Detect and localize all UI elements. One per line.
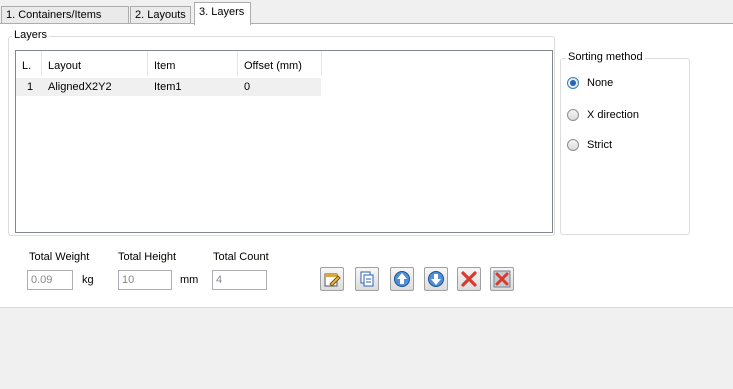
move-up-icon bbox=[394, 271, 410, 287]
delete-icon bbox=[461, 271, 477, 287]
total-weight-label: Total Weight bbox=[29, 251, 90, 263]
table-row[interactable]: 1 AlignedX2Y2 Item1 0 bbox=[16, 78, 321, 96]
move-up-button[interactable] bbox=[390, 267, 414, 291]
copy-layer-icon bbox=[360, 271, 374, 287]
edit-layer-button[interactable] bbox=[320, 267, 344, 291]
row-layout-cell: AlignedX2Y2 bbox=[48, 81, 112, 93]
tab-strip: 1. Containers/Items 2. Layouts 3. Layers bbox=[0, 0, 733, 25]
delete-all-icon bbox=[493, 270, 511, 288]
tab-containers-items[interactable]: 1. Containers/Items bbox=[1, 6, 129, 24]
height-unit-label: mm bbox=[180, 274, 199, 286]
sorting-method-title: Sorting method bbox=[566, 51, 645, 63]
delete-all-button[interactable] bbox=[490, 267, 514, 291]
move-down-icon bbox=[428, 271, 444, 287]
column-header-layout[interactable]: Layout bbox=[42, 51, 148, 76]
row-item-cell: Item1 bbox=[154, 81, 182, 93]
total-count-field[interactable]: 4 bbox=[212, 270, 267, 290]
total-height-label: Total Height bbox=[118, 251, 177, 263]
weight-unit-label: kg bbox=[82, 274, 94, 286]
sort-option-label: Strict bbox=[587, 139, 613, 151]
sort-option-x-direction[interactable]: X direction bbox=[567, 107, 639, 123]
sort-option-strict[interactable]: Strict bbox=[567, 137, 612, 153]
layers-group-title: Layers bbox=[12, 29, 50, 41]
total-weight-field[interactable]: 0.09 bbox=[27, 270, 73, 290]
radio-button[interactable] bbox=[567, 139, 579, 151]
tab-layers[interactable]: 3. Layers bbox=[194, 2, 251, 25]
column-header-offset[interactable]: Offset (mm) bbox=[238, 51, 322, 76]
total-height-field[interactable]: 10 bbox=[118, 270, 172, 290]
list-header: L. Layout Item Offset (mm) bbox=[16, 51, 552, 76]
sort-option-none[interactable]: None bbox=[567, 75, 613, 91]
edit-layer-icon bbox=[324, 273, 341, 287]
copy-layer-button[interactable] bbox=[355, 267, 379, 291]
sort-option-label: X direction bbox=[587, 109, 639, 121]
column-header-layer[interactable]: L. bbox=[16, 51, 42, 76]
column-header-item[interactable]: Item bbox=[148, 51, 238, 76]
layers-list-view[interactable]: L. Layout Item Offset (mm) 1 AlignedX2Y2… bbox=[15, 50, 553, 233]
move-down-button[interactable] bbox=[424, 267, 448, 291]
sort-option-label: None bbox=[587, 77, 614, 89]
row-layer-cell: 1 bbox=[27, 81, 34, 93]
radio-button-checked[interactable] bbox=[567, 77, 579, 89]
delete-button[interactable] bbox=[457, 267, 481, 291]
tab-layouts[interactable]: 2. Layouts bbox=[130, 6, 191, 24]
row-offset-cell: 0 bbox=[244, 81, 251, 93]
radio-button[interactable] bbox=[567, 109, 579, 121]
total-count-label: Total Count bbox=[213, 251, 269, 263]
